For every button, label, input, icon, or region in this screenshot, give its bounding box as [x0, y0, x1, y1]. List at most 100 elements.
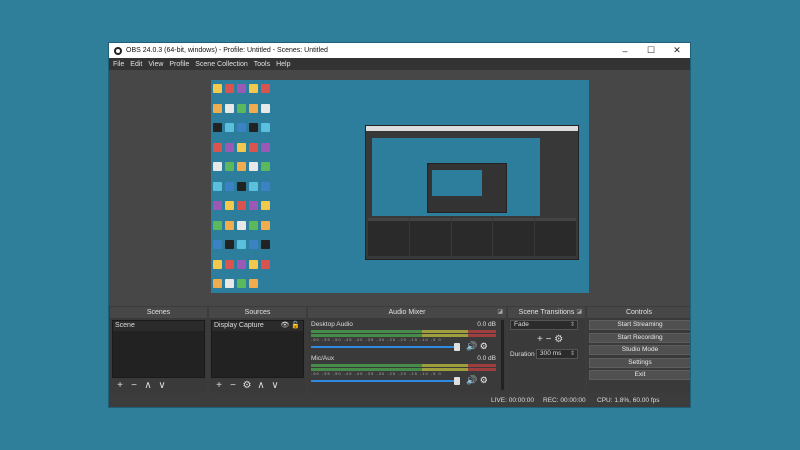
remove-transition-button[interactable]: −	[546, 334, 552, 345]
menu-bar: File Edit View Profile Scene Collection …	[109, 58, 690, 70]
desktop-icon	[237, 162, 246, 171]
desktop-icon	[261, 103, 270, 113]
dock-area: Scenes Scene + − ∧ ∨ Sources Display Cap…	[109, 307, 690, 395]
volume-slider-thumb[interactable]	[454, 377, 460, 385]
menu-help[interactable]: Help	[275, 61, 295, 68]
start-recording-button[interactable]: Start Recording	[589, 332, 690, 343]
transition-properties-button[interactable]: ⚙	[554, 334, 563, 345]
eye-icon[interactable]: 👁	[280, 322, 289, 329]
desktop-icon	[225, 123, 234, 132]
desktop-icon	[237, 103, 246, 113]
nested-inner-window	[427, 163, 507, 213]
desktop-icon	[213, 162, 222, 171]
desktop-icon	[213, 201, 222, 210]
remove-source-button[interactable]: −	[227, 380, 239, 391]
source-item[interactable]: Display Capture 👁 🔓	[212, 321, 303, 331]
desktop-icon	[237, 181, 246, 191]
desktop-icon	[261, 181, 270, 191]
desktop-icon	[225, 181, 234, 191]
speaker-icon[interactable]: 🔊	[466, 375, 477, 385]
volume-slider[interactable]	[311, 380, 459, 382]
desktop-icon	[225, 240, 234, 249]
desktop-icon	[249, 103, 258, 113]
move-source-up-button[interactable]: ∧	[255, 380, 267, 391]
desktop-icon	[213, 220, 222, 230]
transition-select[interactable]: Fade ⇕	[510, 320, 578, 330]
gear-icon[interactable]: ⚙	[480, 375, 488, 385]
obs-window: OBS 24.0.3 (64-bit, windows) - Profile: …	[108, 42, 691, 408]
desktop-icon	[249, 181, 258, 191]
desktop-icon	[237, 259, 246, 269]
preview-area	[109, 70, 690, 306]
desktop-icon	[225, 259, 234, 269]
menu-edit[interactable]: Edit	[129, 61, 147, 68]
track-name: Desktop Audio	[311, 321, 353, 328]
duration-label: Duration	[510, 351, 535, 358]
track-name: Mic/Aux	[311, 355, 335, 362]
menu-scene-collection[interactable]: Scene Collection	[194, 61, 253, 68]
desktop-icon	[249, 84, 258, 93]
rec-timer: REC: 00:00:00	[543, 397, 586, 404]
maximize-button[interactable]: ☐	[638, 43, 664, 58]
desktop-icon	[225, 162, 234, 171]
volume-slider-thumb[interactable]	[454, 343, 460, 351]
desktop-icon	[213, 259, 222, 269]
desktop-icon	[261, 259, 270, 269]
volume-meter	[311, 364, 496, 367]
scenes-list: Scene	[112, 320, 205, 378]
desktop-icon	[225, 220, 234, 230]
studio-mode-button[interactable]: Studio Mode	[589, 345, 690, 355]
window-title: OBS 24.0.3 (64-bit, windows) - Profile: …	[126, 47, 328, 54]
exit-button[interactable]: Exit	[589, 370, 690, 380]
desktop-icon	[213, 84, 222, 93]
audio-mixer-dock: Audio Mixer ◪ Desktop Audio 0.0 dB -60 -55…	[308, 307, 506, 393]
preview-canvas[interactable]	[211, 80, 589, 293]
add-scene-button[interactable]: +	[114, 380, 126, 391]
desktop-icon	[237, 220, 246, 230]
volume-slider[interactable]	[311, 346, 459, 348]
menu-view[interactable]: View	[147, 61, 168, 68]
volume-meter	[311, 330, 496, 333]
transitions-header: Scene Transitions ◪	[508, 307, 585, 318]
desktop-icon	[237, 84, 246, 93]
minimize-button[interactable]: –	[612, 43, 638, 58]
desktop-icon	[249, 123, 258, 132]
settings-button[interactable]: Settings	[589, 357, 690, 368]
desktop-icon	[249, 259, 258, 269]
volume-meter	[311, 334, 496, 337]
transitions-dock: Scene Transitions ◪ Fade ⇕ + − ⚙ Duration …	[508, 307, 585, 393]
desktop-icon	[213, 279, 222, 288]
menu-tools[interactable]: Tools	[253, 61, 275, 68]
desktop-icon	[261, 84, 270, 93]
desktop-icon	[213, 103, 222, 113]
add-source-button[interactable]: +	[213, 380, 225, 391]
start-streaming-button[interactable]: Start Streaming	[589, 320, 690, 330]
nested-docks	[368, 218, 576, 256]
lock-icon[interactable]: 🔓	[291, 322, 300, 329]
sources-header: Sources	[209, 307, 306, 318]
duration-spinbox[interactable]: 300 ms ⇕	[536, 349, 578, 359]
mixer-track-mic: Mic/Aux 0.0 dB -60 -55 -50 -45 -40 -35 -3…	[311, 355, 496, 376]
gear-icon[interactable]: ⚙	[480, 341, 488, 351]
menu-file[interactable]: File	[112, 61, 129, 68]
nested-preview	[372, 138, 540, 216]
move-scene-down-button[interactable]: ∨	[156, 380, 168, 391]
desktop-icon	[237, 279, 246, 288]
mixer-scrollbar[interactable]	[501, 320, 504, 390]
menu-profile[interactable]: Profile	[168, 61, 194, 68]
move-source-down-button[interactable]: ∨	[269, 380, 281, 391]
controls-dock: Controls Start Streaming Start Recording…	[587, 307, 690, 393]
add-transition-button[interactable]: +	[537, 334, 543, 345]
source-properties-button[interactable]: ⚙	[241, 380, 253, 391]
spinner-icon: ⇕	[569, 351, 575, 357]
move-scene-up-button[interactable]: ∧	[142, 380, 154, 391]
title-bar: OBS 24.0.3 (64-bit, windows) - Profile: …	[109, 43, 690, 58]
scene-item[interactable]: Scene	[113, 321, 204, 331]
remove-scene-button[interactable]: −	[128, 380, 140, 391]
obs-logo-icon	[114, 46, 122, 55]
source-label: Display Capture	[214, 322, 264, 329]
close-button[interactable]: ✕	[664, 43, 690, 58]
speaker-icon[interactable]: 🔊	[466, 341, 477, 351]
nested-obs-window	[365, 125, 579, 260]
scenes-toolbar: + − ∧ ∨	[114, 380, 168, 391]
